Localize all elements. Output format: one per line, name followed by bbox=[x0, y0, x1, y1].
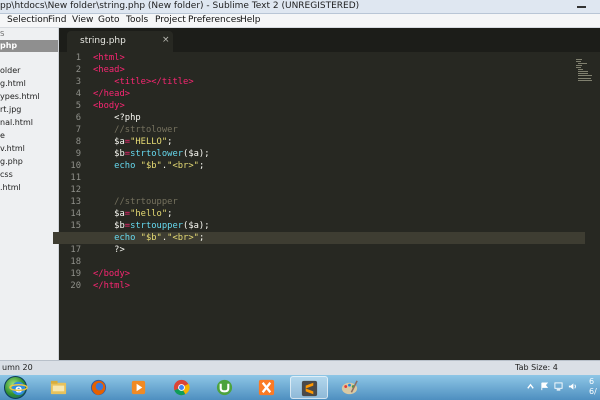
sidebar-item-blank[interactable] bbox=[0, 52, 58, 64]
line-number: 18 bbox=[70, 257, 81, 267]
line-number-gutter: 1234567891011121314151617181920 bbox=[59, 52, 87, 360]
sidebar-item-file[interactable]: .html bbox=[0, 182, 58, 194]
line-number: 10 bbox=[70, 161, 81, 171]
line-number: 4 bbox=[75, 89, 81, 99]
taskbar: e 6 6/ bbox=[0, 375, 600, 400]
sidebar-header: S bbox=[0, 30, 5, 38]
code-line[interactable]: </html> bbox=[93, 280, 130, 292]
line-number: 9 bbox=[75, 149, 81, 159]
minimap[interactable] bbox=[575, 58, 597, 88]
menu-view[interactable]: View bbox=[72, 14, 93, 27]
media-player-icon bbox=[131, 380, 146, 395]
file-explorer-icon bbox=[50, 380, 67, 395]
tab-label: string.php bbox=[80, 36, 126, 46]
firefox-icon bbox=[90, 379, 107, 396]
code-line[interactable]: <head> bbox=[93, 64, 125, 76]
line-number: 1 bbox=[75, 53, 81, 63]
sidebar-item-file[interactable]: v.html bbox=[0, 143, 58, 155]
code-line[interactable]: <?php bbox=[93, 112, 141, 124]
code-line[interactable]: $b=strtolower($a); bbox=[93, 148, 209, 160]
menu-goto[interactable]: Goto bbox=[98, 14, 120, 27]
code-line[interactable]: </head> bbox=[93, 88, 130, 100]
title-bar: pp\htdocs\New folder\string.php (New fol… bbox=[0, 0, 600, 14]
taskbar-chrome[interactable] bbox=[163, 376, 201, 399]
taskbar-internet-explorer[interactable]: e bbox=[0, 376, 38, 399]
code-line[interactable]: ?> bbox=[93, 244, 125, 256]
code-editor[interactable]: 1234567891011121314151617181920 <html><h… bbox=[53, 52, 600, 360]
volume-icon[interactable] bbox=[568, 382, 577, 391]
tab-size[interactable]: Tab Size: 4 bbox=[515, 361, 558, 375]
sidebar-item-string-php[interactable]: php bbox=[0, 40, 58, 52]
paint-icon bbox=[341, 380, 358, 395]
code-line[interactable]: //strtolower bbox=[93, 124, 178, 136]
line-number: 7 bbox=[75, 125, 81, 135]
menu-bar: Selection Find View Goto Tools Project P… bbox=[0, 14, 600, 28]
taskbar-firefox[interactable] bbox=[80, 376, 118, 399]
sidebar-item-file[interactable]: rt.jpg bbox=[0, 104, 58, 116]
sidebar: S php older g.html ypes.html rt.jpg nal.… bbox=[0, 28, 59, 360]
code-line[interactable]: $b=strtoupper($a); bbox=[93, 220, 209, 232]
menu-preferences[interactable]: Preferences bbox=[188, 14, 241, 27]
line-number: 15 bbox=[70, 221, 81, 231]
minimize-icon[interactable] bbox=[577, 6, 586, 8]
line-number: 20 bbox=[70, 281, 81, 291]
sidebar-item-file[interactable]: ypes.html bbox=[0, 91, 58, 103]
sidebar-item-file[interactable]: e bbox=[0, 130, 58, 142]
sidebar-item-file[interactable]: css bbox=[0, 169, 58, 181]
network-icon[interactable] bbox=[554, 382, 563, 391]
cursor-position: umn 20 bbox=[2, 363, 33, 372]
line-number: 5 bbox=[75, 101, 81, 111]
code-line[interactable]: $a="HELLO"; bbox=[93, 136, 172, 148]
line-number: 3 bbox=[75, 77, 81, 87]
tab-strip: string.php × bbox=[59, 28, 600, 52]
taskbar-media-player[interactable] bbox=[120, 376, 158, 399]
taskbar-file-explorer[interactable] bbox=[40, 376, 78, 399]
line-number: 13 bbox=[70, 197, 81, 207]
taskbar-sublime-text[interactable] bbox=[290, 376, 328, 399]
line-number: 6 bbox=[75, 113, 81, 123]
code-line[interactable]: <html> bbox=[93, 52, 125, 64]
line-number: 8 bbox=[75, 137, 81, 147]
line-number: 17 bbox=[70, 245, 81, 255]
close-icon[interactable]: × bbox=[162, 35, 170, 45]
sidebar-item-folder[interactable]: older bbox=[0, 65, 58, 77]
code-line[interactable]: <body> bbox=[93, 100, 125, 112]
line-number: 14 bbox=[70, 209, 81, 219]
line-number: 19 bbox=[70, 269, 81, 279]
window-title: pp\htdocs\New folder\string.php (New fol… bbox=[0, 1, 360, 11]
taskbar-utorrent[interactable] bbox=[206, 376, 244, 399]
code-line[interactable]: echo "$b"."<br>"; bbox=[53, 232, 585, 244]
line-number: 12 bbox=[70, 185, 81, 195]
sublime-text-icon bbox=[301, 380, 318, 397]
sidebar-item-file[interactable]: g.html bbox=[0, 78, 58, 90]
code-line[interactable]: echo "$b"."<br>"; bbox=[93, 160, 204, 172]
line-number: 11 bbox=[70, 173, 81, 183]
code-line[interactable]: $a="hello"; bbox=[93, 208, 172, 220]
code-line[interactable]: //strtoupper bbox=[93, 196, 178, 208]
menu-tools[interactable]: Tools bbox=[126, 14, 148, 27]
menu-selection[interactable]: Selection bbox=[7, 14, 48, 27]
menu-find[interactable]: Find bbox=[48, 14, 66, 27]
chevron-up-icon[interactable] bbox=[526, 382, 535, 391]
menu-project[interactable]: Project bbox=[155, 14, 186, 27]
sidebar-item-file[interactable]: nal.html bbox=[0, 117, 58, 129]
line-number: 2 bbox=[75, 65, 81, 75]
sidebar-item-file[interactable]: g.php bbox=[0, 156, 58, 168]
utorrent-icon bbox=[216, 379, 233, 396]
taskbar-xampp[interactable] bbox=[248, 376, 286, 399]
menu-help[interactable]: Help bbox=[240, 14, 261, 27]
status-bar: umn 20 Tab Size: 4 bbox=[0, 360, 600, 375]
action-center-flag-icon[interactable] bbox=[540, 382, 549, 391]
xampp-icon bbox=[258, 379, 275, 396]
internet-explorer-icon: e bbox=[9, 381, 28, 396]
clock[interactable]: 6 6/ bbox=[589, 377, 597, 397]
chrome-icon bbox=[173, 379, 190, 396]
tab-string-php[interactable]: string.php × bbox=[67, 31, 173, 52]
taskbar-paint[interactable] bbox=[331, 376, 369, 399]
code-line[interactable]: <title></title> bbox=[93, 76, 193, 88]
code-line[interactable]: </body> bbox=[93, 268, 130, 280]
